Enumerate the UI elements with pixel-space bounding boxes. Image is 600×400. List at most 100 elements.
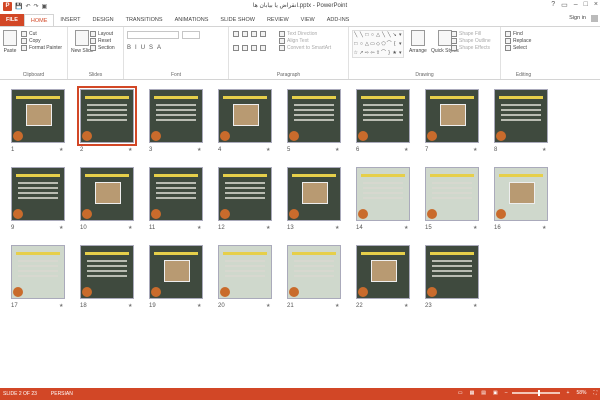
- slide-thumbnail[interactable]: [80, 167, 134, 221]
- tab-file[interactable]: FILE: [0, 14, 24, 26]
- copy-button[interactable]: Copy: [21, 38, 62, 44]
- numbering-icon[interactable]: [242, 31, 248, 37]
- slide-thumbnail[interactable]: [494, 89, 548, 143]
- zoom-level[interactable]: 58%: [573, 390, 586, 396]
- slide-transition-icon[interactable]: ★: [197, 225, 201, 231]
- slide-transition-icon[interactable]: ★: [128, 147, 132, 153]
- close-button[interactable]: ×: [594, 1, 598, 9]
- slideshow-view-icon[interactable]: ▣: [490, 390, 498, 396]
- font-name-select[interactable]: [127, 31, 179, 39]
- maximize-button[interactable]: □: [584, 1, 588, 9]
- slide-thumbnail[interactable]: [425, 245, 479, 299]
- slide-thumbnail[interactable]: [77, 86, 137, 146]
- text-direction-button[interactable]: Text Direction: [279, 31, 331, 37]
- slide-transition-icon[interactable]: ★: [335, 147, 339, 153]
- reading-view-icon[interactable]: ▤: [478, 390, 486, 396]
- slide-thumbnail[interactable]: [149, 89, 203, 143]
- format-painter-button[interactable]: Format Painter: [21, 45, 62, 51]
- slide-transition-icon[interactable]: ★: [266, 225, 270, 231]
- slide-thumbnail[interactable]: [494, 167, 548, 221]
- align-left-icon[interactable]: [233, 45, 239, 51]
- layout-button[interactable]: Layout: [90, 31, 115, 37]
- slide-transition-icon[interactable]: ★: [59, 303, 63, 309]
- font-color-icon[interactable]: A: [157, 45, 161, 51]
- slide-transition-icon[interactable]: ★: [128, 225, 132, 231]
- slide-sorter-view-icon[interactable]: ▦: [467, 390, 475, 396]
- language-indicator[interactable]: PERSIAN: [37, 391, 73, 397]
- slide-thumbnail[interactable]: [287, 167, 341, 221]
- align-right-icon[interactable]: [251, 45, 257, 51]
- slide-transition-icon[interactable]: ★: [335, 225, 339, 231]
- slide-transition-icon[interactable]: ★: [266, 303, 270, 309]
- slide-transition-icon[interactable]: ★: [128, 303, 132, 309]
- tab-slide-show[interactable]: SLIDE SHOW: [214, 14, 261, 26]
- account-avatar[interactable]: [591, 15, 598, 22]
- line-spacing-icon[interactable]: [260, 31, 266, 37]
- section-button[interactable]: Section: [90, 45, 115, 51]
- slide-transition-icon[interactable]: ★: [404, 147, 408, 153]
- shapes-gallery[interactable]: ╲ ╲ □ ○ △ ╲ ╲ ↘ ▾ □ ○ △ ▭ ◇ ⬠ ⌒{▾ ☆ ↗ ⇨ ⇦ ⇧ ⌒} ★ ▾: [352, 30, 404, 58]
- shape-fill-button[interactable]: Shape Fill: [451, 31, 491, 37]
- slide-thumbnail[interactable]: [425, 89, 479, 143]
- fit-to-window-icon[interactable]: ⛶: [590, 390, 597, 396]
- slide-transition-icon[interactable]: ★: [542, 147, 546, 153]
- cut-button[interactable]: Cut: [21, 31, 62, 37]
- slide-thumbnail[interactable]: [149, 245, 203, 299]
- shape-effects-button[interactable]: Shape Effects: [451, 45, 491, 51]
- slide-thumbnail[interactable]: [80, 245, 134, 299]
- slide-thumbnail[interactable]: [218, 89, 272, 143]
- reset-button[interactable]: Reset: [90, 38, 115, 44]
- minimize-button[interactable]: –: [574, 1, 578, 9]
- slide-thumbnail[interactable]: [356, 167, 410, 221]
- tab-design[interactable]: DESIGN: [87, 14, 120, 26]
- align-center-icon[interactable]: [242, 45, 248, 51]
- slide-thumbnail[interactable]: [356, 89, 410, 143]
- zoom-slider[interactable]: [511, 390, 560, 396]
- paste-button[interactable]: Paste: [3, 30, 17, 54]
- arrange-button[interactable]: Arrange: [409, 30, 427, 54]
- slide-transition-icon[interactable]: ★: [266, 147, 270, 153]
- help-button[interactable]: ?: [551, 1, 555, 9]
- slide-thumbnail[interactable]: [218, 245, 272, 299]
- slide-transition-icon[interactable]: ★: [335, 303, 339, 309]
- bold-icon[interactable]: B: [127, 45, 131, 51]
- slide-transition-icon[interactable]: ★: [473, 225, 477, 231]
- slide-transition-icon[interactable]: ★: [404, 225, 408, 231]
- tab-home[interactable]: HOME: [23, 14, 55, 26]
- bullets-icon[interactable]: [233, 31, 239, 37]
- slide-transition-icon[interactable]: ★: [404, 303, 408, 309]
- tab-transitions[interactable]: TRANSITIONS: [120, 14, 169, 26]
- slide-thumbnail[interactable]: [218, 167, 272, 221]
- font-size-select[interactable]: [182, 31, 200, 39]
- slide-transition-icon[interactable]: ★: [197, 303, 201, 309]
- sign-in-link[interactable]: Sign in: [569, 15, 586, 21]
- zoom-slider-thumb[interactable]: [538, 390, 541, 396]
- ribbon-display-options-button[interactable]: ▭: [561, 1, 568, 9]
- normal-view-icon[interactable]: ▭: [455, 390, 463, 396]
- slide-thumbnail[interactable]: [287, 89, 341, 143]
- slide-transition-icon[interactable]: ★: [542, 225, 546, 231]
- underline-icon[interactable]: U: [141, 45, 145, 51]
- tab-add-ins[interactable]: ADD-INS: [321, 14, 356, 26]
- find-button[interactable]: Find: [505, 31, 531, 37]
- justify-icon[interactable]: [260, 45, 266, 51]
- convert-smartart-button[interactable]: Convert to SmartArt: [279, 45, 331, 51]
- slide-transition-icon[interactable]: ★: [473, 147, 477, 153]
- select-button[interactable]: Select: [505, 45, 531, 51]
- zoom-out-button[interactable]: –: [502, 390, 508, 396]
- slide-transition-icon[interactable]: ★: [59, 147, 63, 153]
- align-text-button[interactable]: Align Text: [279, 38, 331, 44]
- shadow-icon[interactable]: S: [149, 45, 153, 51]
- tab-view[interactable]: VIEW: [295, 14, 321, 26]
- tab-animations[interactable]: ANIMATIONS: [169, 14, 215, 26]
- slide-thumbnail[interactable]: [11, 167, 65, 221]
- slide-thumbnail[interactable]: [356, 245, 410, 299]
- indent-icon[interactable]: [251, 31, 257, 37]
- italic-icon[interactable]: I: [135, 45, 137, 51]
- tab-insert[interactable]: INSERT: [54, 14, 86, 26]
- tab-review[interactable]: REVIEW: [261, 14, 295, 26]
- zoom-in-button[interactable]: +: [564, 390, 570, 396]
- shape-outline-button[interactable]: Shape Outline: [451, 38, 491, 44]
- slide-thumbnail[interactable]: [425, 167, 479, 221]
- slide-thumbnail[interactable]: [287, 245, 341, 299]
